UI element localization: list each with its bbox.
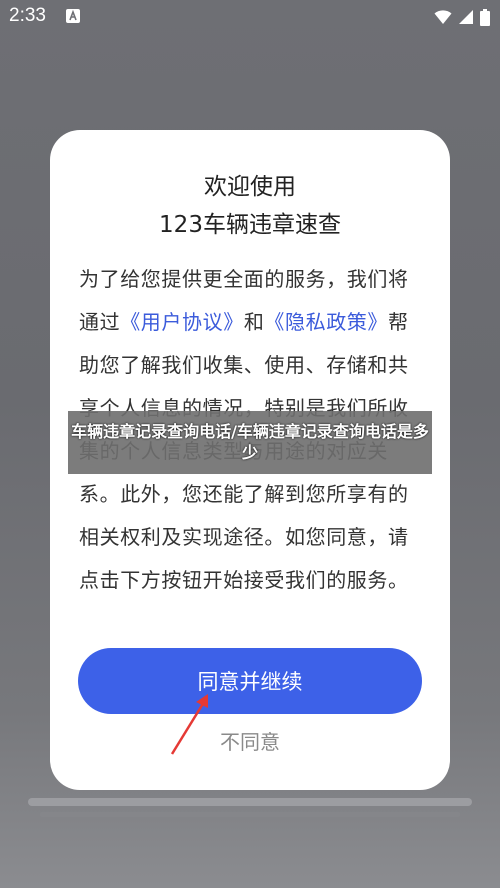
dialog-title-line2: 123车辆违章速查 [159,212,341,238]
status-icons [434,8,490,26]
status-bar: 2:33 [0,0,500,34]
a-icon [66,9,80,23]
battery-icon [480,8,490,26]
status-time: 2:33 [9,5,46,26]
agree-continue-button[interactable]: 同意并继续 [78,648,422,714]
dialog-title-line1: 欢迎使用 [204,174,296,200]
dialog-title: 欢迎使用 123车辆违章速查 [50,168,450,244]
watermark-caption: 车辆违章记录查询电话/车辆违章记录查询电话是多少 [68,411,432,474]
red-arrow-annotation [170,694,208,755]
privacy-policy-link[interactable]: 《隐私政策》 [264,310,388,334]
user-agreement-link[interactable]: 《用户协议》 [120,310,244,334]
body-text-part2: 和 [243,310,265,334]
wifi-icon [434,10,452,24]
signal-icon [459,10,473,24]
